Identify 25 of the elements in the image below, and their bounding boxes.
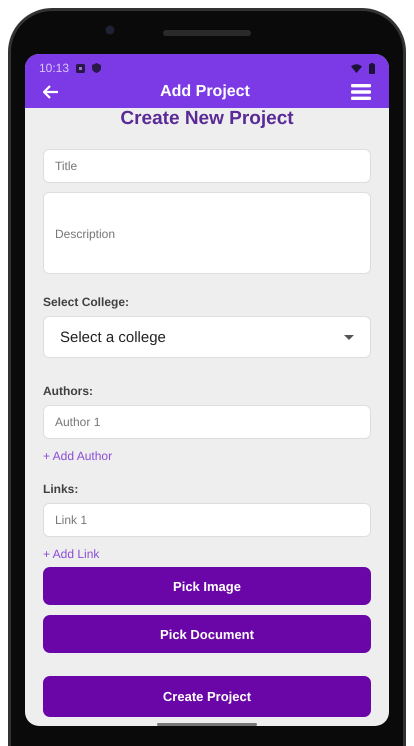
description-field[interactable]: Description [43,192,371,274]
shield-icon [92,63,102,73]
dropdown-caret-icon [344,334,354,340]
pick-document-button[interactable]: Pick Document [43,615,371,653]
field-label: Links: [43,482,80,496]
add-link-link[interactable]: + Add Link [43,547,100,561]
author-field[interactable]: Author 1 [43,405,371,439]
wifi-icon [351,64,362,72]
back-arrow-icon[interactable] [43,85,59,99]
speaker-icon [163,30,251,36]
camera-icon [105,25,115,35]
pick-image-button[interactable]: Pick Image [43,567,371,605]
college-dropdown[interactable]: Select a college [43,316,371,358]
title-field[interactable]: Title [43,149,371,183]
notification-icon [76,64,86,72]
add-author-link[interactable]: + Add Author [43,449,112,463]
create-project-button[interactable]: Create Project [43,676,371,717]
link-field[interactable]: Link 1 [43,503,371,537]
menu-icon[interactable] [350,84,371,100]
status-time: 10:13 [39,61,70,75]
page-heading: Create New Project [119,108,295,130]
screen-title: Add Project [160,83,250,101]
field-label: Select College: [43,295,130,309]
field-label: Authors: [43,384,94,398]
battery-icon [369,62,375,74]
